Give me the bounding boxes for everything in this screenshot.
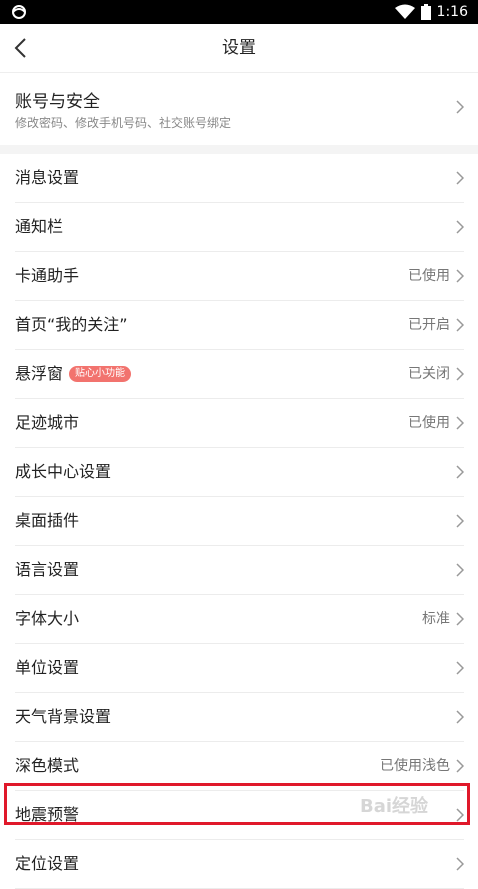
settings-item-value: 已使用 <box>408 415 450 431</box>
chevron-right-icon <box>456 416 464 430</box>
chevron-right-icon <box>456 661 464 675</box>
settings-item-label: 桌面插件 <box>15 511 80 530</box>
chevron-right-icon <box>456 857 464 871</box>
chevron-right-icon <box>456 563 464 577</box>
settings-item-language[interactable]: 语言设置 <box>15 546 464 595</box>
page-title: 设置 <box>222 38 256 58</box>
section-divider <box>0 145 478 154</box>
settings-item-label: 卡通助手 <box>15 266 80 285</box>
settings-item-units[interactable]: 单位设置 <box>15 644 464 693</box>
settings-item-label: 单位设置 <box>15 658 80 677</box>
settings-item-label: 定位设置 <box>15 854 80 873</box>
settings-item-homepage-follow[interactable]: 首页“我的关注” 已开启 <box>15 301 464 350</box>
account-security-item[interactable]: 账号与安全 修改密码、修改手机号码、社交账号绑定 <box>0 73 478 145</box>
settings-item-label-text: 悬浮窗 <box>15 364 64 383</box>
settings-item-label: 首页“我的关注” <box>15 315 128 334</box>
settings-item-weather-background[interactable]: 天气背景设置 <box>15 693 464 742</box>
status-time: 1:16 <box>436 4 468 20</box>
settings-item-location[interactable]: 定位设置 <box>15 840 464 889</box>
settings-item-label: 字体大小 <box>15 609 80 628</box>
settings-item-value: 已使用 <box>408 268 450 284</box>
status-bar: 1:16 <box>0 0 478 24</box>
settings-item-label: 天气背景设置 <box>15 707 112 726</box>
chevron-right-icon <box>456 465 464 479</box>
wifi-icon <box>394 4 415 19</box>
settings-item-font-size[interactable]: 字体大小 标准 <box>15 595 464 644</box>
battery-icon <box>420 4 431 20</box>
settings-item-label: 成长中心设置 <box>15 462 112 481</box>
account-title: 账号与安全 <box>15 92 100 112</box>
chevron-right-icon <box>456 710 464 724</box>
chevron-right-icon <box>456 612 464 626</box>
chevron-right-icon <box>456 514 464 528</box>
chevron-right-icon <box>456 269 464 283</box>
settings-item-notification-bar[interactable]: 通知栏 <box>15 203 464 252</box>
settings-item-label: 足迹城市 <box>15 413 80 432</box>
baidu-watermark: Bai经验 <box>360 796 429 817</box>
settings-item-floating-window[interactable]: 悬浮窗 贴心小功能 已关闭 <box>15 350 464 399</box>
chevron-right-icon <box>456 367 464 381</box>
settings-item-message[interactable]: 消息设置 <box>15 154 464 203</box>
chevron-right-icon <box>456 171 464 185</box>
settings-item-label: 通知栏 <box>15 217 64 236</box>
header: 设置 <box>0 24 478 73</box>
chevron-right-icon <box>456 318 464 332</box>
settings-item-value: 已开启 <box>408 317 450 333</box>
settings-list: 消息设置 通知栏 卡通助手 已使用 首页“我的关注” 已开启 悬浮窗 贴心小功能 … <box>0 154 478 889</box>
settings-item-footprint-cities[interactable]: 足迹城市 已使用 <box>15 399 464 448</box>
chevron-right-icon <box>456 220 464 234</box>
settings-item-desktop-widget[interactable]: 桌面插件 <box>15 497 464 546</box>
chevron-right-icon <box>456 100 464 114</box>
chevron-right-icon <box>456 759 464 773</box>
settings-item-cartoon-assistant[interactable]: 卡通助手 已使用 <box>15 252 464 301</box>
settings-item-label: 悬浮窗 贴心小功能 <box>15 350 132 398</box>
settings-item-label: 语言设置 <box>15 560 80 579</box>
account-subtitle: 修改密码、修改手机号码、社交账号绑定 <box>15 116 232 130</box>
settings-item-growth-center[interactable]: 成长中心设置 <box>15 448 464 497</box>
settings-item-value: 已关闭 <box>408 366 450 382</box>
settings-item-label: 消息设置 <box>15 168 80 187</box>
feature-badge: 贴心小功能 <box>69 366 132 382</box>
settings-item-value: 标准 <box>422 611 450 627</box>
app-logo-icon <box>12 5 26 19</box>
